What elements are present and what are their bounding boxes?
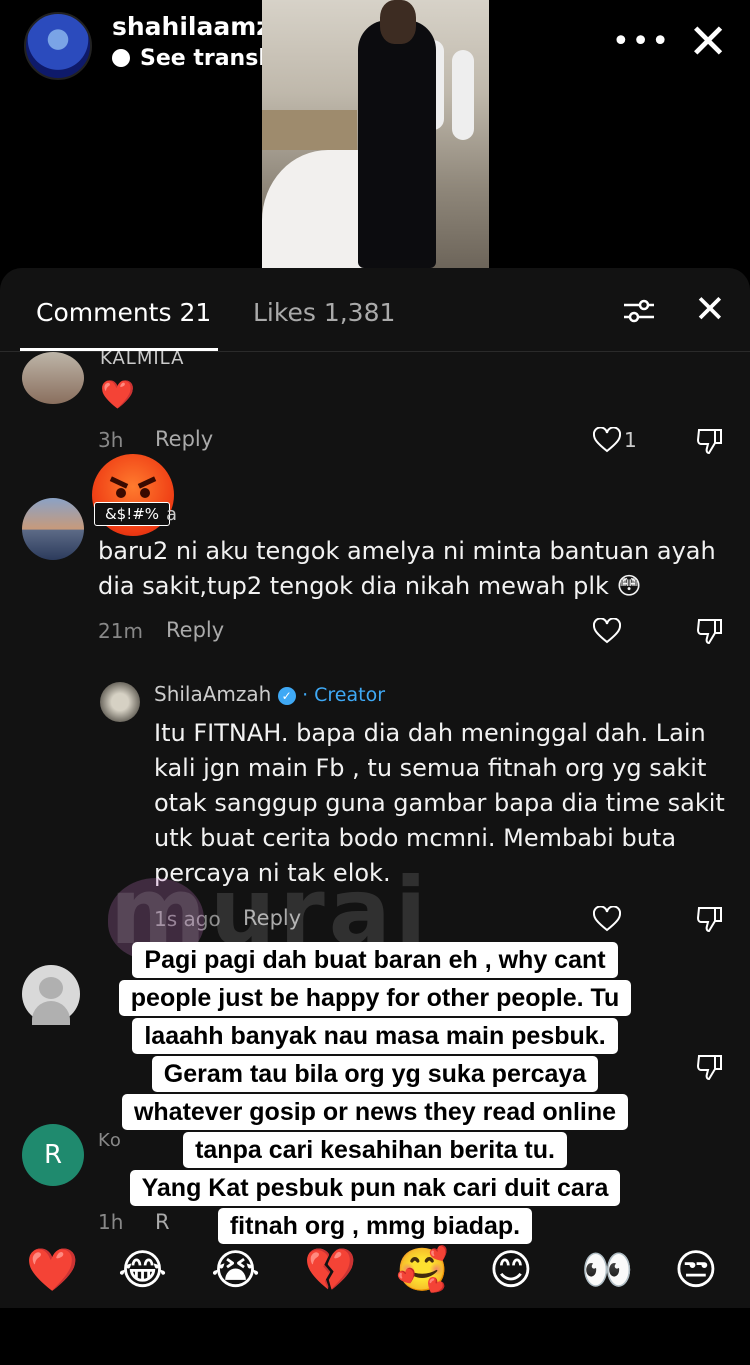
reaction-crying[interactable]: 😭 bbox=[211, 1242, 260, 1298]
story-avatar[interactable] bbox=[24, 12, 92, 80]
heart-icon[interactable] bbox=[593, 618, 621, 644]
video-table bbox=[262, 110, 357, 150]
tab-likes[interactable]: Likes 1,381 bbox=[253, 298, 395, 327]
video-dress bbox=[262, 150, 372, 268]
reaction-unamused[interactable]: 😒 bbox=[674, 1242, 718, 1298]
overlay-line: people just be happy for other people. T… bbox=[118, 980, 632, 1016]
comment-time: 3h bbox=[98, 428, 124, 452]
close-sheet-icon[interactable]: ✕ bbox=[694, 290, 726, 328]
video-groom-head bbox=[380, 0, 416, 44]
angry-face-sticker: &$!#% bbox=[92, 454, 174, 536]
story-video[interactable] bbox=[262, 0, 489, 268]
dislike-icon[interactable] bbox=[696, 617, 724, 645]
heart-icon[interactable] bbox=[593, 906, 621, 932]
verified-icon: ✓ bbox=[277, 687, 296, 705]
reaction-smile[interactable]: 😊 bbox=[489, 1242, 533, 1298]
sticker-eye bbox=[140, 488, 150, 498]
comment-text: baru2 ni aku tengok amelya ni minta bant… bbox=[98, 537, 716, 600]
avatar[interactable] bbox=[22, 352, 84, 404]
reply-button[interactable]: Reply bbox=[155, 427, 213, 451]
overlay-line: Yang Kat pesbuk pun nak cari duit cara bbox=[129, 1170, 621, 1206]
reaction-broken-heart[interactable]: 💔 bbox=[304, 1242, 356, 1298]
overlay-line: whatever gosip or news they read online bbox=[121, 1094, 629, 1130]
video-groom bbox=[358, 20, 436, 268]
reaction-smiling-hearts[interactable]: 🥰 bbox=[396, 1242, 448, 1298]
comment-username[interactable]: KALMILA bbox=[100, 348, 184, 369]
creator-name-row: ShilaAmzah ✓ · Creator bbox=[154, 682, 385, 706]
overlay-line: fitnah org , mmg biadap. bbox=[217, 1208, 533, 1244]
tab-comments[interactable]: Comments 21 bbox=[36, 298, 211, 327]
overlay-line: laaahh banyak nau masa main pesbuk. bbox=[132, 1018, 618, 1054]
reply-button[interactable]: Reply bbox=[166, 618, 224, 642]
overlay-line: tanpa cari kesahihan berita tu. bbox=[183, 1132, 567, 1168]
reaction-laughing[interactable]: 😂 bbox=[118, 1242, 167, 1298]
comment-text: ❤️ bbox=[100, 378, 135, 411]
heart-icon[interactable] bbox=[593, 427, 621, 453]
filter-icon[interactable] bbox=[622, 298, 656, 324]
dislike-icon[interactable] bbox=[696, 905, 724, 933]
comment-username[interactable]: ShilaAmzah bbox=[154, 682, 271, 706]
avatar[interactable] bbox=[22, 498, 84, 560]
sticker-eye bbox=[116, 488, 126, 498]
overlay-line: Pagi pagi dah buat baran eh , why cant bbox=[132, 942, 618, 978]
comment-time: 21m bbox=[98, 619, 143, 643]
sticker-brow bbox=[137, 476, 157, 489]
close-icon[interactable]: ✕ bbox=[688, 18, 728, 66]
reaction-bar: ❤️ 😂 😭 💔 🥰 😊 👀 😒 bbox=[0, 1242, 750, 1302]
video-guest bbox=[452, 50, 474, 140]
story-text-overlay: Pagi pagi dah buat baran eh , why cant p… bbox=[0, 942, 750, 1246]
sticker-brow bbox=[109, 476, 129, 489]
translate-icon bbox=[112, 49, 130, 67]
dislike-icon[interactable] bbox=[696, 427, 724, 455]
reaction-eyes[interactable]: 👀 bbox=[581, 1242, 633, 1298]
reaction-heart[interactable]: ❤️ bbox=[26, 1242, 78, 1298]
like-count: 1 bbox=[624, 428, 637, 452]
sticker-censor-text: &$!#% bbox=[94, 502, 170, 526]
overlay-line: Geram tau bila org yg suka percaya bbox=[151, 1056, 599, 1092]
more-icon[interactable]: ••• bbox=[612, 24, 671, 59]
creator-label: · Creator bbox=[302, 684, 386, 706]
avatar[interactable] bbox=[100, 682, 140, 722]
comment-username[interactable]: a bbox=[166, 504, 178, 525]
